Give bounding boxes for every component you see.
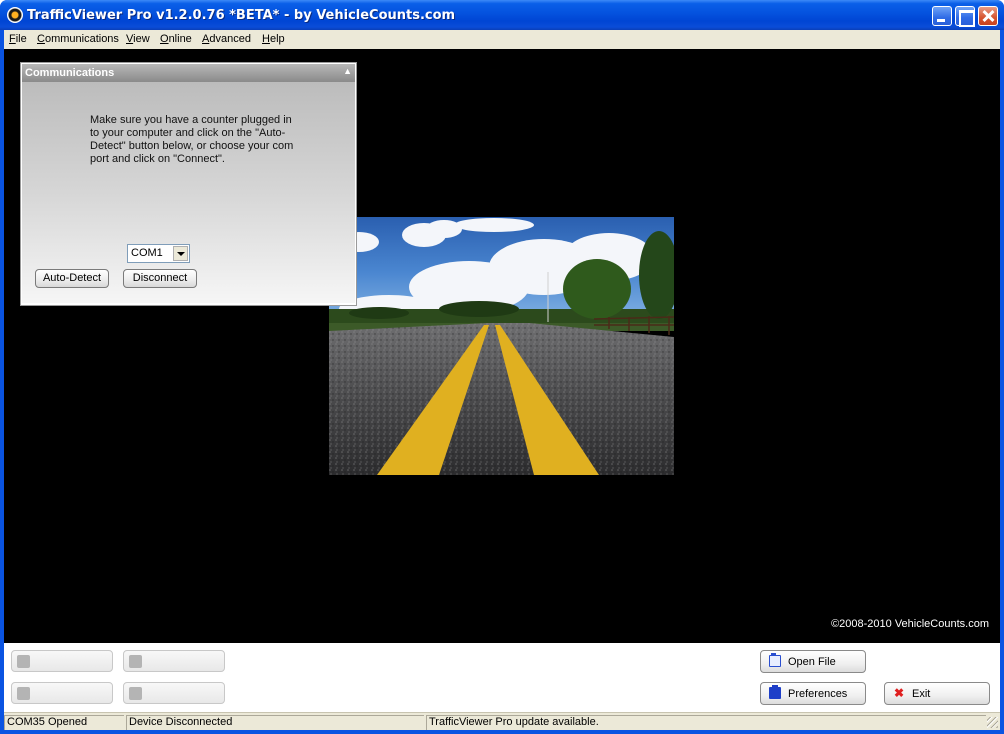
chevron-down-icon[interactable]	[173, 246, 188, 261]
exit-button[interactable]: ✖ Exit	[884, 682, 990, 705]
main-display-area: ©2008-2010 VehicleCounts.com Communicati…	[4, 49, 1000, 643]
disabled-icon	[129, 655, 142, 668]
disabled-icon	[17, 655, 30, 668]
app-icon[interactable]	[7, 7, 23, 23]
menu-view[interactable]: View	[126, 33, 150, 45]
disabled-button-1	[11, 650, 113, 672]
collapse-icon[interactable]: ▲	[343, 66, 352, 76]
communications-panel: Communications ▲ Make sure you have a co…	[20, 62, 357, 306]
instructions-text: Make sure you have a counter plugged in …	[90, 114, 294, 165]
disabled-button-4	[123, 682, 225, 704]
communications-panel-title: Communications	[25, 67, 115, 79]
menu-communications[interactable]: Communications	[37, 33, 119, 45]
status-update[interactable]: TrafficViewer Pro update available.	[426, 715, 986, 730]
resize-grip-icon[interactable]	[987, 717, 998, 728]
auto-detect-button[interactable]: Auto-Detect	[35, 269, 109, 288]
communications-panel-body: Make sure you have a counter plugged in …	[22, 82, 355, 303]
menu-online[interactable]: Online	[160, 33, 192, 45]
clipboard-icon	[769, 685, 781, 699]
menu-bar: File Communications View Online Advanced…	[4, 30, 1000, 49]
open-file-button[interactable]: Open File	[760, 650, 866, 673]
disabled-icon	[17, 687, 30, 700]
menu-file[interactable]: File	[9, 33, 27, 45]
menu-help[interactable]: Help	[262, 33, 285, 45]
title-bar[interactable]: TrafficViewer Pro v1.2.0.76 *BETA* - by …	[0, 0, 1004, 30]
disabled-icon	[129, 687, 142, 700]
copyright-text: ©2008-2010 VehicleCounts.com	[831, 618, 989, 630]
exit-label: Exit	[912, 688, 931, 700]
status-device: Device Disconnected	[126, 715, 424, 730]
status-bar: COM35 Opened Device Disconnected Traffic…	[4, 712, 1000, 730]
preferences-label: Preferences	[788, 688, 848, 700]
road-photo	[329, 217, 674, 475]
window-title: TrafficViewer Pro v1.2.0.76 *BETA* - by …	[27, 8, 456, 23]
preferences-button[interactable]: Preferences	[760, 682, 866, 705]
folder-icon	[769, 653, 781, 667]
minimize-button[interactable]	[932, 6, 952, 26]
com-port-select[interactable]: COM1	[127, 244, 190, 263]
close-button[interactable]	[978, 6, 998, 26]
disabled-button-2	[123, 650, 225, 672]
com-port-value: COM1	[131, 247, 163, 259]
communications-panel-header[interactable]: Communications ▲	[22, 64, 355, 82]
maximize-button[interactable]	[955, 6, 975, 27]
menu-advanced[interactable]: Advanced	[202, 33, 251, 45]
status-port: COM35 Opened	[4, 715, 124, 730]
open-file-label: Open File	[788, 656, 836, 668]
close-icon: ✖	[893, 686, 905, 700]
disconnect-button[interactable]: Disconnect	[123, 269, 197, 288]
app-window: TrafficViewer Pro v1.2.0.76 *BETA* - by …	[0, 0, 1004, 734]
button-panel: Open File Preferences ✖ Exit	[4, 643, 1000, 712]
disabled-button-3	[11, 682, 113, 704]
